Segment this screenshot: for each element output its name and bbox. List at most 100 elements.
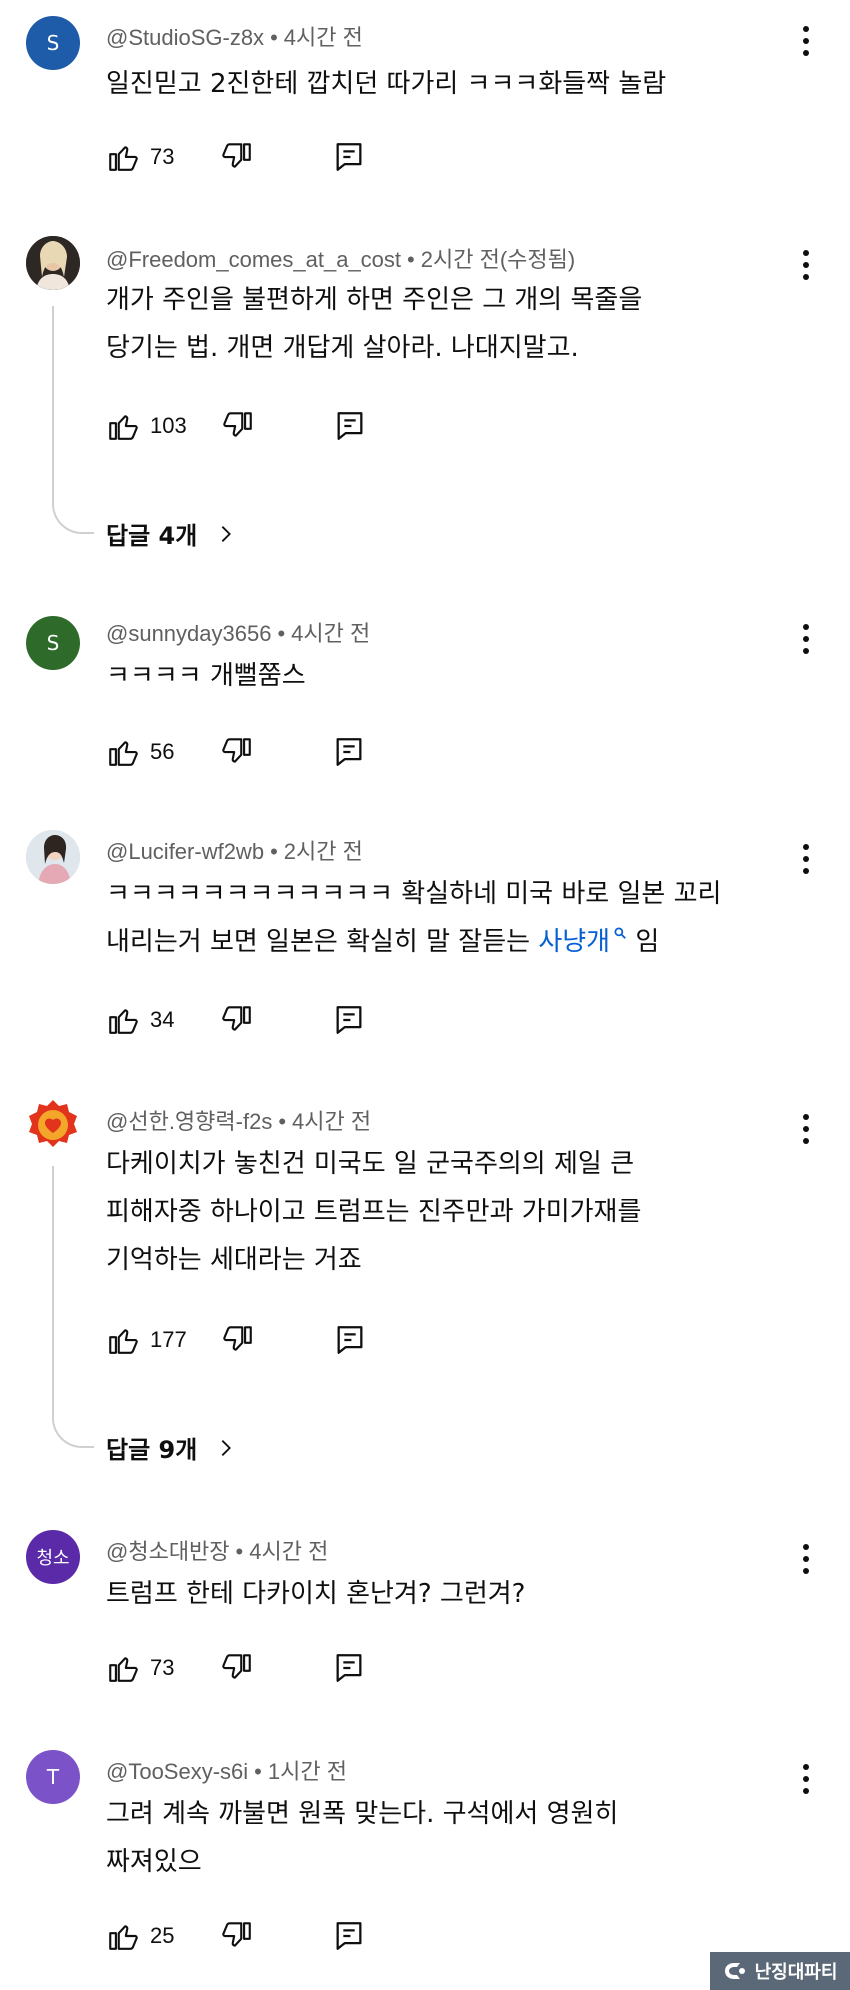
comment: S @sunnyday3656 • 4시간 전 ㅋㅋㅋㅋ 개뻘쭘스 56 [0, 590, 850, 790]
comment-time: 4시간 전 [292, 1109, 372, 1134]
comment-actions: 103 [106, 406, 367, 446]
reply-icon [337, 1326, 363, 1354]
like-button[interactable]: 73 [106, 1651, 174, 1685]
watermark-text: 난징대파티 [754, 1962, 838, 1983]
more-vert-icon[interactable] [802, 624, 810, 654]
comment-meta: @TooSexy-s6i • 1시간 전 [106, 1759, 347, 1784]
comment-actions: 73 [106, 137, 366, 177]
search-link-label: 사냥개 [538, 927, 611, 957]
thumbs-down-icon [222, 143, 252, 168]
comment-actions: 73 [106, 1648, 366, 1688]
comment-meta: @sunnyday3656 • 4시간 전 [106, 621, 371, 646]
reply-icon [337, 1922, 362, 1950]
comment-text: 개가 주인을 불편하게 하면 주인은 그 개의 목줄을 당기는 법. 개면 개답… [106, 285, 643, 363]
dislike-button[interactable] [221, 409, 255, 443]
more-vert-icon[interactable] [802, 844, 810, 874]
reply-button[interactable] [332, 1651, 366, 1685]
thumbs-up-icon [109, 1329, 138, 1354]
like-button[interactable]: 56 [106, 735, 174, 769]
author-name[interactable]: @청소대반장 [106, 1539, 230, 1564]
like-button[interactable]: 34 [106, 1003, 174, 1037]
search-link[interactable]: 사냥개 [538, 927, 627, 957]
comment-actions: 25 [106, 1916, 366, 1956]
avatar[interactable]: 청소 [26, 1530, 80, 1584]
like-button[interactable]: 73 [106, 140, 174, 174]
dislike-button[interactable] [220, 140, 254, 174]
like-count: 34 [150, 1007, 175, 1032]
comment-time: 2시간 전(수정됨) [420, 247, 576, 272]
comment-text: ㅋㅋㅋㅋ 개뻘쭘스 [106, 661, 306, 691]
thumbs-down-icon [222, 1654, 252, 1679]
reply-icon [337, 143, 362, 171]
comment-text: ㅋㅋㅋㅋㅋㅋㅋㅋㅋㅋㅋㅋ 확실하네 미국 바로 일본 꼬리 내리는거 보면 일본… [106, 870, 786, 966]
reply-button[interactable] [332, 735, 366, 769]
avatar[interactable] [26, 830, 80, 884]
reply-button[interactable] [332, 140, 366, 174]
like-count: 103 [150, 413, 187, 438]
comment-text: 트럼프 한테 다카이치 혼난겨? 그런겨? [106, 1579, 526, 1609]
replies-toggle[interactable]: 답글 9개 [106, 1430, 237, 1465]
more-vert-icon[interactable] [802, 250, 810, 280]
dislike-button[interactable] [220, 1651, 254, 1685]
more-vert-icon[interactable] [802, 1544, 810, 1574]
avatar[interactable] [26, 1098, 80, 1152]
author-name[interactable]: @Freedom_comes_at_a_cost [106, 247, 401, 272]
comment-actions: 56 [106, 732, 366, 772]
reply-button[interactable] [333, 409, 367, 443]
like-button[interactable]: 177 [106, 1323, 187, 1357]
comment: S @StudioSG-z8x • 4시간 전 일진믿고 2진한테 깝치던 따가리 … [0, 0, 850, 210]
avatar-letter: S [46, 631, 60, 655]
replies-toggle[interactable]: 답글 4개 [106, 516, 237, 551]
comment-meta: @Freedom_comes_at_a_cost • 2시간 전(수정됨) [106, 247, 576, 272]
author-name[interactable]: @StudioSG-z8x [106, 25, 264, 50]
thumbs-down-icon [222, 1922, 252, 1947]
like-count: 177 [150, 1327, 187, 1352]
author-name[interactable]: @Lucifer-wf2wb [106, 839, 264, 864]
more-vert-icon[interactable] [802, 1764, 810, 1794]
thread-line [52, 306, 94, 534]
like-count: 25 [150, 1923, 175, 1948]
avatar-logo [29, 1100, 77, 1147]
author-name[interactable]: @선한.영향력-f2s [106, 1109, 272, 1134]
more-vert-icon[interactable] [802, 1114, 810, 1144]
avatar-letter: S [46, 31, 60, 55]
dislike-button[interactable] [220, 735, 254, 769]
comment-meta: @StudioSG-z8x • 4시간 전 [106, 25, 363, 50]
thumbs-up-icon [109, 1925, 138, 1950]
more-vert-icon[interactable] [802, 26, 810, 56]
replies-label: 답글 4개 [106, 522, 198, 550]
comment-time: 1시간 전 [267, 1759, 347, 1784]
thumbs-down-icon [222, 1326, 252, 1351]
avatar[interactable]: T [26, 1750, 80, 1804]
avatar-photo [26, 236, 80, 290]
reply-button[interactable] [332, 1919, 366, 1953]
reply-button[interactable] [332, 1003, 366, 1037]
comment: @Freedom_comes_at_a_cost • 2시간 전(수정됨) 개가 주… [0, 220, 850, 560]
dislike-button[interactable] [220, 1919, 254, 1953]
comment: @선한.영향력-f2s • 4시간 전 다케이치가 놓친건 미국도 일 군국주의의 … [0, 1080, 850, 1480]
dislike-button[interactable] [221, 1323, 255, 1357]
author-name[interactable]: @sunnyday3656 [106, 621, 271, 646]
avatar[interactable]: S [26, 616, 80, 670]
thumbs-up-icon [109, 1657, 138, 1682]
search-icon [614, 927, 626, 940]
reply-button[interactable] [333, 1323, 367, 1357]
like-button[interactable]: 25 [106, 1919, 174, 1953]
chevron-right-icon [221, 1439, 232, 1456]
author-name[interactable]: @TooSexy-s6i [106, 1759, 248, 1784]
avatar[interactable] [26, 236, 80, 290]
avatar[interactable]: S [26, 16, 80, 70]
thumbs-down-icon [222, 412, 252, 437]
like-button[interactable]: 103 [106, 409, 187, 443]
comment: @Lucifer-wf2wb • 2시간 전 ㅋㅋㅋㅋㅋㅋㅋㅋㅋㅋㅋㅋ 확실하네 미… [0, 810, 850, 1060]
replies-label: 답글 9개 [106, 1436, 198, 1464]
avatar-letter: T [46, 1765, 60, 1789]
watermark: 난징대파티 [710, 1952, 850, 1990]
thumbs-up-icon [109, 1009, 138, 1034]
thread-line [52, 1166, 94, 1448]
reply-icon [337, 738, 362, 766]
dislike-button[interactable] [220, 1003, 254, 1037]
comment: 청소 @청소대반장 • 4시간 전 트럼프 한테 다카이치 혼난겨? 그런겨? 73 [0, 1510, 850, 1710]
comment-time: 4시간 전 [291, 621, 371, 646]
like-count: 56 [150, 739, 175, 764]
